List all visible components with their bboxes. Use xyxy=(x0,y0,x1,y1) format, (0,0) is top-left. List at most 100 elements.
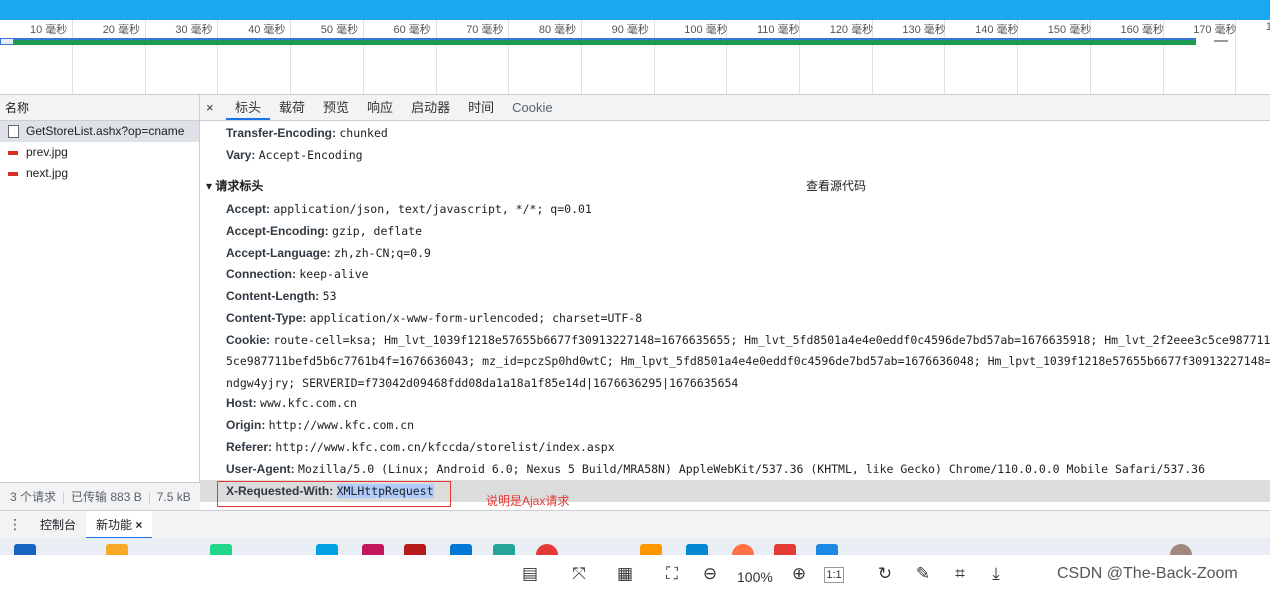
webstorm-icon[interactable] xyxy=(316,544,338,555)
vscode-icon[interactable] xyxy=(450,544,472,555)
timeline-gridline xyxy=(290,20,292,94)
timeline-tick-label: 120 毫秒 xyxy=(829,24,874,36)
timeline-tick-label: 10 毫秒 xyxy=(30,24,68,36)
request-name: GetStoreList.ashx?op=cname xyxy=(26,124,185,138)
header-row: User-Agent: Mozilla/5.0 (Linux; Android … xyxy=(226,462,1206,476)
close-icon[interactable]: × xyxy=(135,518,142,532)
request-name: next.jpg xyxy=(26,166,69,180)
image-icon xyxy=(8,150,18,155)
tab-timing[interactable]: 时间 xyxy=(459,95,503,120)
resource-size: 7.5 kB xyxy=(156,490,191,504)
tab-preview[interactable]: 预览 xyxy=(314,95,358,120)
app-icon[interactable] xyxy=(732,544,754,555)
request-list-panel: 名称 GetStoreList.ashx?op=cname prev.jpg n… xyxy=(0,95,200,510)
fit-screen-icon[interactable]: ⤧ xyxy=(568,563,590,585)
timeline-tick-label: 170 毫秒 xyxy=(1193,24,1237,36)
transferred-size: 已传输 883 B xyxy=(71,490,142,504)
file-explorer-icon[interactable] xyxy=(106,544,128,555)
header-row: Accept-Encoding: gzip, deflate xyxy=(226,224,423,238)
more-options-icon[interactable]: ⋮ xyxy=(0,516,30,533)
timeline-tick-label: 70 毫秒 xyxy=(466,24,504,36)
tab-cookie[interactable]: Cookie xyxy=(503,95,561,120)
timeline-gridline xyxy=(144,20,146,94)
request-headers-section-toggle[interactable]: ▾ 请求标头 xyxy=(206,177,263,194)
rotate-icon[interactable]: ↻ xyxy=(874,563,896,585)
timeline-tick-label: 18 xyxy=(1266,21,1270,33)
timeline-gridline xyxy=(653,20,655,94)
avatar[interactable] xyxy=(1170,544,1192,555)
header-row: Content-Length: 53 xyxy=(226,289,337,303)
zoom-level: 100% xyxy=(737,569,773,585)
edit-icon[interactable]: ✎ xyxy=(912,563,934,585)
tab-payload[interactable]: 载荷 xyxy=(270,95,314,120)
os-taskbar xyxy=(0,538,1270,555)
zoom-out-icon[interactable]: ⊖ xyxy=(699,563,721,585)
header-row: Cookie: route-cell=ksa; Hm_lvt_1039f1218… xyxy=(226,333,1270,347)
app-icon[interactable] xyxy=(640,544,662,555)
timeline-bar-start xyxy=(0,38,14,45)
request-row[interactable]: prev.jpg xyxy=(0,142,199,163)
header-row: Content-Type: application/x-www-form-url… xyxy=(226,311,643,325)
request-row[interactable]: next.jpg xyxy=(0,163,199,184)
request-status-bar: 3 个请求 已传输 883 B 7.5 kB xyxy=(0,482,200,510)
header-row: Vary: Accept-Encoding xyxy=(226,148,363,162)
tab-initiator[interactable]: 启动器 xyxy=(402,95,459,120)
bottom-drawer: ⋮ 控制台 新功能 × xyxy=(0,510,1270,539)
top-accent-bar xyxy=(0,0,1270,20)
timeline-tick-label: 40 毫秒 xyxy=(248,24,286,36)
timeline-dash xyxy=(1214,40,1228,42)
timeline-gridline xyxy=(435,20,437,94)
timeline-tick-label: 130 毫秒 xyxy=(902,24,946,36)
view-source-link[interactable]: 查看源代码 xyxy=(806,177,866,194)
header-row: Connection: keep-alive xyxy=(226,267,369,281)
app-icon[interactable] xyxy=(816,544,838,555)
close-icon[interactable]: × xyxy=(206,95,226,120)
timeline-tick-label: 150 毫秒 xyxy=(1047,24,1092,36)
timeline-tick-label: 90 毫秒 xyxy=(611,24,649,36)
windows-start-icon[interactable] xyxy=(14,544,36,555)
watermark: CSDN @The-Back-Zoom xyxy=(1057,565,1238,582)
header-row: Transfer-Encoding: chunked xyxy=(226,126,388,140)
layout-icon[interactable]: ▤ xyxy=(519,563,541,585)
waterfall-timeline: 10 毫秒 20 毫秒 30 毫秒 40 毫秒 50 毫秒 60 毫秒 70 毫秒 80 毫秒… xyxy=(0,20,1270,95)
chrome-icon[interactable] xyxy=(536,544,558,555)
tab-headers[interactable]: 标头 xyxy=(226,95,271,120)
edge-icon[interactable] xyxy=(493,544,515,555)
app-icon[interactable] xyxy=(774,544,796,555)
request-row[interactable]: GetStoreList.ashx?op=cname xyxy=(0,121,199,142)
timeline-tick-label: 80 毫秒 xyxy=(538,24,577,36)
timeline-tick-label: 30 毫秒 xyxy=(175,24,213,36)
app-icon[interactable] xyxy=(686,544,708,555)
document-icon xyxy=(8,125,19,138)
crop-icon[interactable]: ⌗ xyxy=(949,563,971,585)
tab-console[interactable]: 控制台 xyxy=(30,511,86,539)
crop-frame-icon[interactable]: ⛶ xyxy=(661,563,683,585)
name-column-header[interactable]: 名称 xyxy=(0,95,199,121)
image-icon xyxy=(8,171,18,176)
annotation-box xyxy=(217,481,451,507)
tab-response[interactable]: 响应 xyxy=(358,95,402,120)
pycharm-icon[interactable] xyxy=(210,544,232,555)
request-details-panel: × 标头 载荷 预览 响应 启动器 时间 Cookie Transfer-Enc… xyxy=(200,95,1270,510)
zoom-in-icon[interactable]: ⊕ xyxy=(788,563,810,585)
timeline-tick-label: 160 毫秒 xyxy=(1120,24,1164,36)
cookie-continuation: 5ce987711befd5b6c7761b4f=1676636043; mz_… xyxy=(226,354,1270,368)
header-row: Referer: http://www.kfc.com.cn/kfccda/st… xyxy=(226,440,615,454)
details-tab-bar: × 标头 载荷 预览 响应 启动器 时间 Cookie xyxy=(200,95,1270,121)
timeline-gridline xyxy=(580,20,582,94)
annotation-text: 说明是Ajax请求 xyxy=(486,494,570,508)
app-icon[interactable] xyxy=(404,544,426,555)
timeline-gridline xyxy=(508,20,510,94)
timeline-tick-label: 140 毫秒 xyxy=(975,24,1019,36)
header-row: Accept: application/json, text/javascrip… xyxy=(226,202,592,216)
timeline-tick-label: 20 毫秒 xyxy=(102,24,140,36)
timeline-tick-label: 60 毫秒 xyxy=(393,24,431,36)
rider-icon[interactable] xyxy=(362,544,384,555)
header-row: Origin: http://www.kfc.com.cn xyxy=(226,418,415,432)
tab-whats-new[interactable]: 新功能 × xyxy=(86,510,153,539)
timeline-gridline xyxy=(362,20,364,94)
ocr-icon[interactable]: ▦ xyxy=(614,563,636,585)
actual-size-icon[interactable]: 1:1 xyxy=(824,567,844,583)
download-icon[interactable]: ⤓ xyxy=(985,563,1007,585)
timeline-bar xyxy=(4,38,1196,45)
